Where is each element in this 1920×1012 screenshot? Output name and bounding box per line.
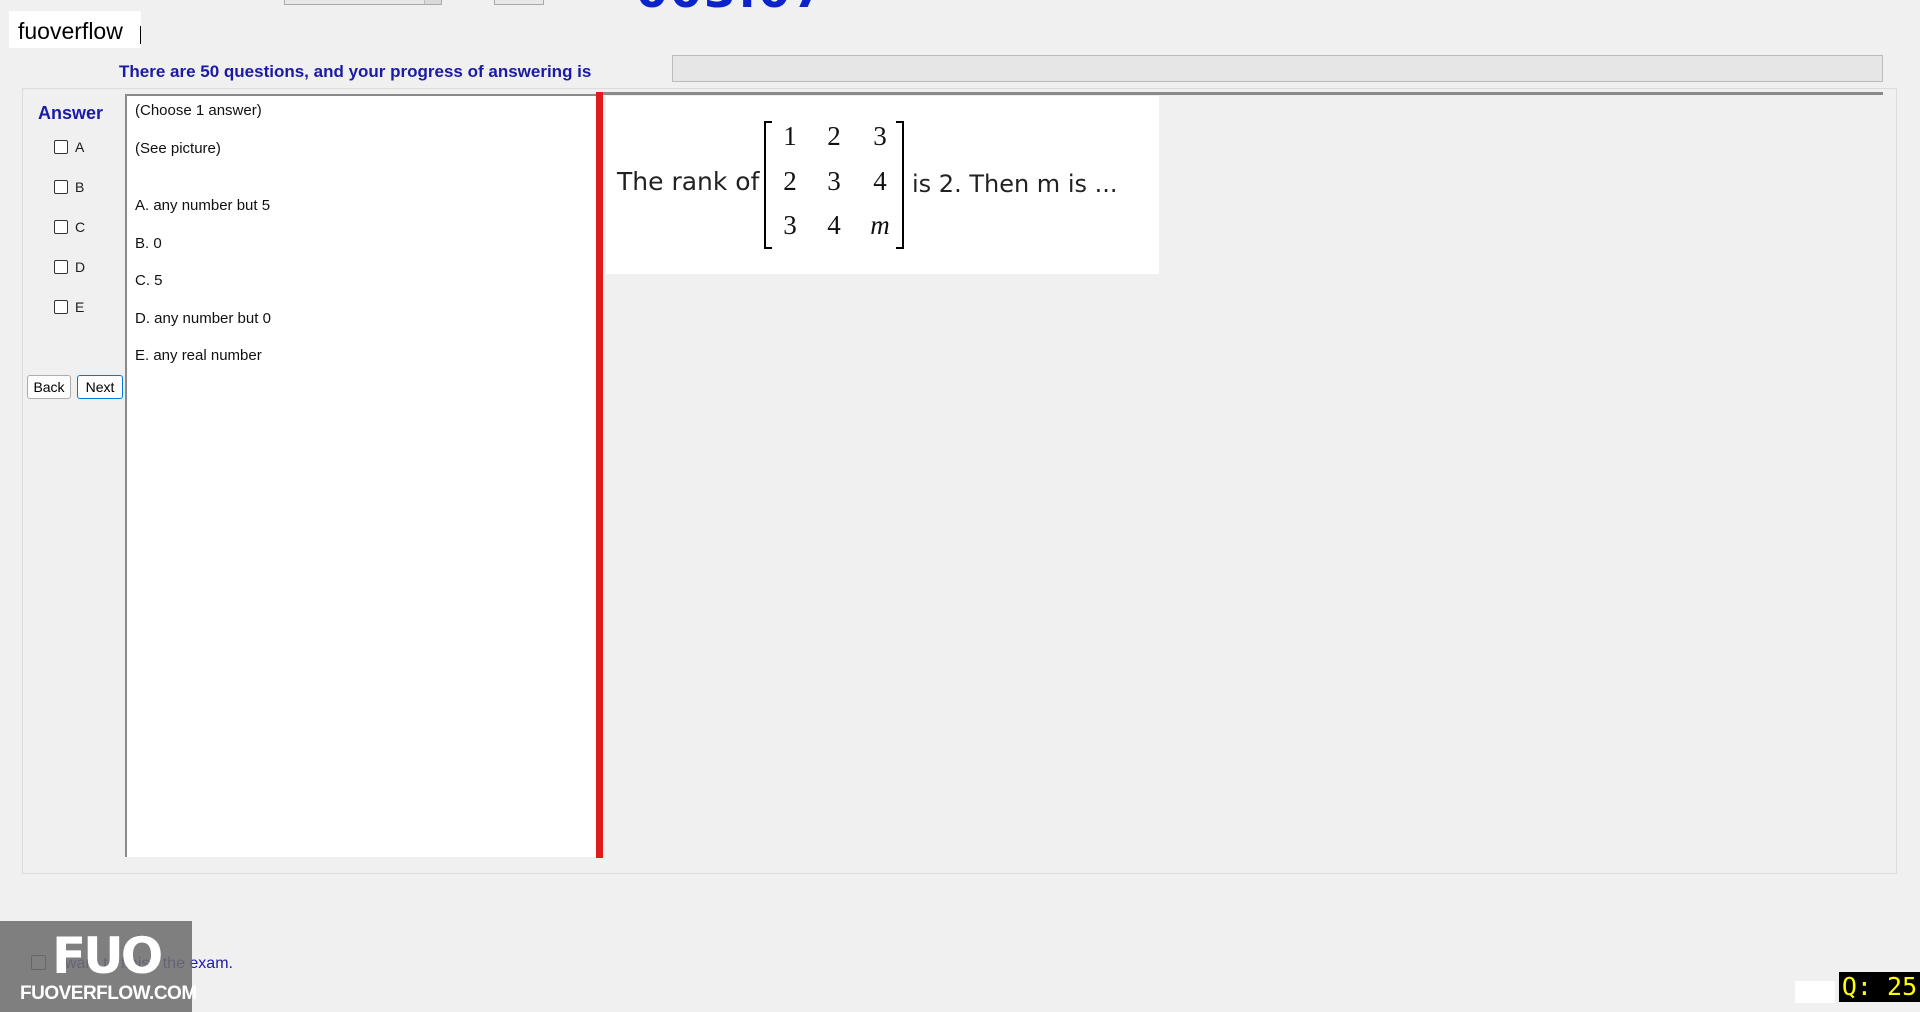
answer-option-c[interactable]: C	[54, 217, 85, 237]
answer-checkbox-a[interactable]	[54, 140, 68, 154]
matrix-cell: 2	[783, 166, 797, 196]
answer-option-e[interactable]: E	[54, 297, 84, 317]
logo-text: FUOVERFLOW.COM	[20, 983, 197, 1004]
matrix-cell: m	[870, 210, 890, 240]
matrix-cell: 3	[873, 121, 887, 151]
matrix-cell: 1	[783, 121, 797, 151]
countdown-timer: 003:07	[636, 0, 826, 16]
answer-option-a[interactable]: A	[54, 137, 84, 157]
answer-checkbox-d[interactable]	[54, 260, 68, 274]
question-line: E. any real number	[135, 347, 262, 364]
picture-suffix-text: is 2. Then m is ...	[912, 170, 1118, 198]
matrix-cell: 2	[827, 121, 841, 151]
question-counter: Q: 25	[1839, 972, 1920, 1002]
answer-option-label: D	[75, 259, 86, 275]
answer-option-label: E	[75, 299, 85, 315]
chevron-down-icon[interactable]	[424, 0, 441, 4]
answer-title: Answer	[38, 103, 104, 123]
text-cursor	[140, 26, 141, 44]
next-button[interactable]: Next	[77, 375, 123, 399]
top-small-control[interactable]	[494, 0, 544, 5]
counter-background	[1795, 981, 1835, 1003]
progress-text: There are 50 questions, and your progres…	[119, 62, 592, 81]
picture-prefix-text: The rank of	[617, 167, 760, 196]
question-line: C. 5	[135, 272, 163, 289]
matrix: 1 2 3 2 3 4 3 4 m	[764, 121, 904, 249]
answer-option-b[interactable]: B	[54, 177, 84, 197]
answer-option-label: A	[75, 139, 85, 155]
exam-code-combobox[interactable]	[284, 0, 442, 5]
question-line: D. any number but 0	[135, 310, 271, 327]
question-line: (See picture)	[135, 140, 221, 157]
question-line: B. 0	[135, 235, 162, 252]
matrix-cell: 4	[827, 210, 841, 240]
question-line: A. any number but 5	[135, 197, 271, 214]
answer-option-d[interactable]: D	[54, 257, 85, 277]
panel-splitter[interactable]	[596, 92, 603, 858]
matrix-cell: 3	[827, 166, 841, 196]
fuoverflow-logo: FUO FUOVERFLOW.COM	[0, 921, 197, 1012]
matrix-cell: 3	[783, 210, 797, 240]
matrix-cell: 4	[873, 166, 887, 196]
brand-label: fuoverflow	[9, 11, 141, 48]
answer-option-label: C	[75, 219, 86, 235]
answer-option-label: B	[75, 179, 85, 195]
answer-checkbox-b[interactable]	[54, 180, 68, 194]
back-button[interactable]: Back	[27, 375, 71, 399]
progress-bar	[672, 55, 1883, 82]
question-line: (Choose 1 answer)	[135, 102, 262, 119]
logo-mark: FUO	[52, 927, 163, 985]
answer-checkbox-c[interactable]	[54, 220, 68, 234]
answer-checkbox-e[interactable]	[54, 300, 68, 314]
